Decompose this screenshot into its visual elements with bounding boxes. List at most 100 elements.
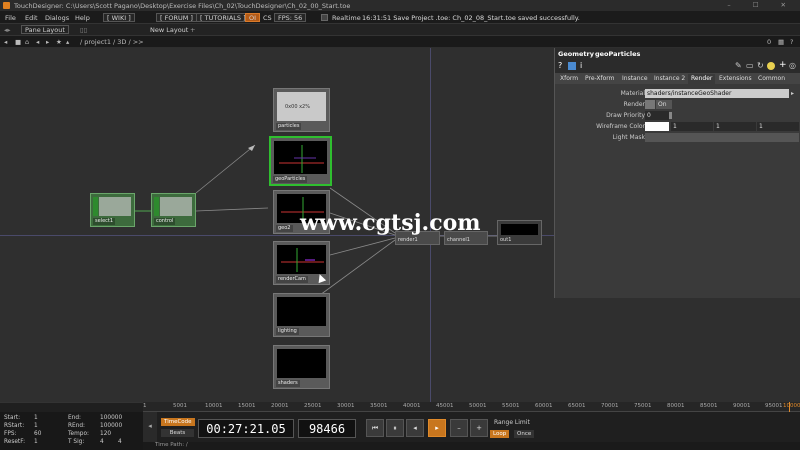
tab-render[interactable]: Render (688, 74, 716, 84)
ruler-tick: 5001 (173, 403, 187, 409)
refresh-icon[interactable]: ↻ (757, 61, 764, 70)
play-button[interactable]: ▸ (428, 419, 446, 437)
home-icon[interactable]: ⌂ (25, 38, 29, 46)
node-control[interactable]: control (151, 193, 196, 227)
tsig-b-value[interactable]: 4 (118, 439, 122, 445)
param-material-menu-icon[interactable]: ▸ (791, 90, 794, 97)
new-layout-button[interactable]: New Layout (150, 26, 188, 34)
forum-button[interactable]: [ FORUM ] (156, 13, 197, 22)
param-render-value[interactable]: On (656, 100, 672, 109)
camera-gizmo-icon (281, 248, 324, 272)
timeline-ruler[interactable]: 1 5001 10001 15001 20001 25001 30001 350… (143, 402, 800, 412)
menu-dialogs[interactable]: Dialogs (45, 14, 69, 22)
bookmark-icon[interactable]: ★ (56, 38, 62, 46)
end-value[interactable]: 100000 (100, 415, 122, 421)
param-tabs: Xform Pre-Xform Instance Instance 2 Rend… (555, 73, 800, 84)
timeline-collapse-icon[interactable]: ◂ (143, 412, 157, 442)
tab-pre-xform[interactable]: Pre-Xform (582, 74, 618, 84)
node-control-viewer (160, 197, 192, 216)
rstart-value[interactable]: 1 (34, 423, 38, 429)
add-icon[interactable]: + (779, 60, 787, 70)
layout-grid-icon[interactable]: ▦ (778, 38, 784, 46)
tab-instance-2[interactable]: Instance 2 (651, 74, 688, 84)
network-path[interactable]: / project1 / 3D / >> (80, 38, 144, 46)
oi-button[interactable]: OI (245, 13, 261, 22)
param-wireframe-g[interactable]: 1 (714, 122, 756, 131)
tab-extensions[interactable]: Extensions (716, 74, 755, 84)
node-select-viewer (99, 197, 131, 216)
zoom-readout: 0 (767, 38, 772, 46)
param-material-field[interactable]: shaders/instanceGeoShader (645, 89, 789, 98)
timecode-button[interactable]: TimeCode (161, 418, 195, 426)
tempo-value[interactable]: 120 (100, 431, 111, 437)
param-wireframe-b[interactable]: 1 (757, 122, 799, 131)
comment-icon[interactable]: ▭ (746, 61, 754, 70)
param-draw-priority-field[interactable]: 0 (645, 111, 669, 120)
step-down-button[interactable]: – (450, 419, 468, 437)
node-out-label: out1 (500, 237, 512, 243)
pause-button[interactable]: ⏸ (386, 419, 404, 437)
step-up-button[interactable]: + (470, 419, 488, 437)
node-shaders[interactable]: shaders (273, 345, 330, 389)
cs-button[interactable]: CS (263, 14, 272, 22)
ruler-tick: 45001 (436, 403, 454, 409)
wire-control-particles (195, 144, 256, 194)
loop-button[interactable]: Loop (490, 430, 510, 438)
tutorials-button[interactable]: [ TUTORIALS ] (196, 13, 250, 22)
tab-instance[interactable]: Instance (619, 74, 651, 84)
wiki-button[interactable]: [ WIKI ] (103, 13, 135, 22)
pane-layout-button[interactable]: Pane Layout (21, 25, 69, 34)
edit-icon[interactable]: ✎ (735, 61, 742, 70)
help-icon[interactable]: ? (558, 61, 562, 70)
parameter-panel: Geometry geoParticles ? i ✎ ▭ ↻ + ◎ Xfor… (554, 48, 800, 298)
pane-close-icon[interactable]: ◂ (4, 38, 7, 46)
playhead[interactable] (789, 402, 790, 412)
add-layout-button[interactable]: + (190, 26, 195, 34)
forward-icon[interactable]: ▸ (46, 38, 49, 46)
node-geo2-label: geo2 (276, 225, 293, 232)
node-select[interactable]: select1 (90, 193, 135, 227)
python-icon[interactable] (568, 62, 576, 70)
rend-value[interactable]: 100000 (100, 423, 122, 429)
pane-split-icon[interactable]: ▯▯ (80, 26, 87, 34)
start-value[interactable]: 1 (34, 415, 38, 421)
param-op-name[interactable]: geoParticles (595, 50, 640, 58)
window-controls[interactable]: – ☐ ✕ (727, 1, 796, 9)
reset-value[interactable]: 1 (34, 439, 38, 445)
expression-icon[interactable] (767, 62, 775, 70)
tsig-a-value[interactable]: 4 (100, 439, 104, 445)
menu-help[interactable]: Help (75, 14, 90, 22)
tab-xform[interactable]: Xform (557, 74, 581, 84)
up-icon[interactable]: ▴ (66, 38, 69, 46)
param-draw-priority-slider[interactable] (669, 112, 672, 119)
node-geoparticles[interactable]: geoParticles (269, 136, 332, 186)
back-icon[interactable]: ◂ (36, 38, 39, 46)
fps-value[interactable]: 60 (34, 431, 41, 437)
menu-bar: File Edit Dialogs Help [ WIKI ] [ FORUM … (0, 11, 800, 24)
info-icon[interactable]: i (580, 61, 582, 70)
stop-icon[interactable]: ■ (15, 38, 21, 46)
timecode-display[interactable]: 00:27:21.05 (198, 419, 294, 438)
node-lighting[interactable]: lighting (273, 293, 330, 337)
menu-edit[interactable]: Edit (25, 14, 38, 22)
pane-menu-icon[interactable]: ◂▸ (4, 26, 11, 34)
param-render-toggle[interactable] (645, 100, 655, 109)
range-limit-label: Range Limit (494, 419, 530, 426)
param-wireframe-r[interactable]: 1 (671, 122, 713, 131)
frame-display[interactable]: 98466 (298, 419, 356, 438)
param-light-mask-field[interactable] (645, 133, 799, 142)
target-icon[interactable]: ◎ (789, 61, 796, 70)
node-rendercam-label: renderCam (276, 276, 308, 283)
ruler-tick: 65001 (568, 403, 586, 409)
beats-button[interactable]: Beats (161, 429, 194, 437)
realtime-checkbox[interactable] (321, 14, 328, 21)
help-icon[interactable]: ? (790, 38, 793, 46)
tab-common[interactable]: Common (755, 74, 788, 84)
step-back-button[interactable]: ◂ (406, 419, 424, 437)
rewind-button[interactable]: ⏮ (366, 419, 384, 437)
node-particles[interactable]: 0x00 x2% particles (273, 88, 330, 132)
node-out[interactable]: out1 (497, 220, 542, 245)
once-button[interactable]: Once (514, 430, 535, 438)
param-wireframe-color-swatch[interactable] (645, 122, 669, 131)
menu-file[interactable]: File (5, 14, 16, 22)
